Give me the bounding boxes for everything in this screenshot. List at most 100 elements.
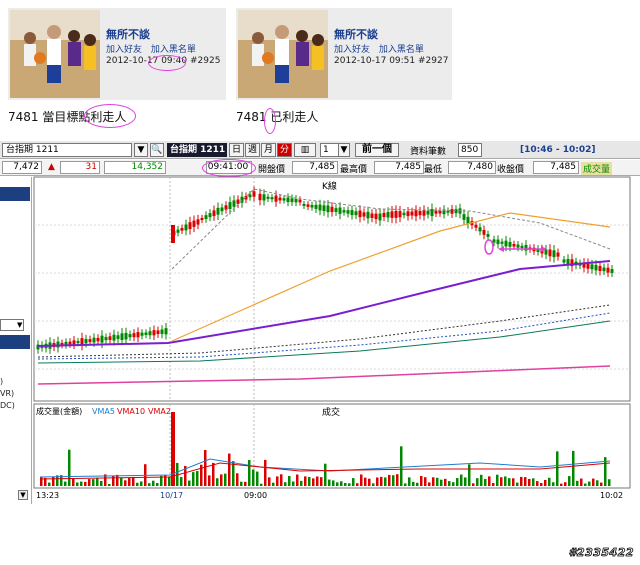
candle	[216, 207, 220, 215]
candle	[128, 334, 132, 338]
volume-bar	[96, 477, 99, 486]
volume-bar	[304, 476, 307, 486]
volume-bar	[412, 481, 415, 486]
volume-bar	[316, 476, 319, 486]
volume-bar	[272, 482, 275, 486]
volume-bar	[432, 477, 435, 486]
post-username[interactable]: 無所不談	[106, 26, 150, 42]
post-text-highlight: 已	[270, 110, 283, 124]
volume-bar	[68, 449, 71, 486]
candle	[594, 264, 598, 271]
volume-bar	[40, 476, 43, 486]
volume-bar	[376, 477, 379, 486]
candle	[298, 199, 302, 203]
avatar[interactable]	[10, 10, 100, 98]
chart-window: 台指期 1211 ▼ 🔍 台指期 1211 日 週 月 分 ▥ 1 ▼ 前一個 …	[0, 141, 640, 504]
candle	[290, 198, 294, 203]
volume-bar	[608, 479, 611, 486]
candle	[294, 198, 298, 203]
volume-bar	[508, 478, 511, 486]
candle	[450, 209, 454, 214]
candle	[362, 212, 366, 217]
candle	[236, 199, 240, 204]
candle	[394, 210, 398, 218]
candle	[306, 204, 310, 207]
volume-bar	[460, 474, 463, 486]
candle	[374, 213, 378, 220]
volume-bar	[312, 478, 315, 486]
volume-bar	[416, 482, 419, 486]
volume-bar	[488, 476, 491, 486]
add-blacklist-link[interactable]: 加入黑名單	[151, 45, 196, 55]
volume-bar	[116, 474, 119, 486]
volume-bar	[340, 481, 343, 486]
volume-bar	[516, 482, 519, 486]
post-id: #2925	[190, 56, 221, 66]
candle	[248, 194, 252, 198]
candle	[378, 213, 382, 221]
vol-legend-label: 成交量(金額)	[36, 406, 82, 416]
add-blacklist-link[interactable]: 加入黑名單	[379, 45, 424, 55]
post-text: 7481 當目標點	[8, 110, 91, 124]
volume-bar	[84, 481, 87, 486]
volume-bar	[600, 482, 603, 486]
volume-bar	[252, 469, 255, 486]
candle	[232, 200, 236, 207]
volume-bar	[404, 483, 407, 486]
candle	[84, 338, 88, 344]
add-friend-link[interactable]: 加入好友	[106, 45, 142, 55]
post-id: #2927	[418, 56, 449, 66]
volume-bar	[332, 480, 335, 486]
volume-bar	[492, 483, 495, 486]
volume-bar	[88, 479, 91, 486]
price-chart[interactable]: K線 成交 成交量(金額) VMA5 VMA10 VMA2 13:23 10/1…	[0, 141, 640, 504]
candle	[590, 264, 594, 270]
candle	[208, 213, 212, 218]
add-friend-link[interactable]: 加入好友	[334, 45, 370, 55]
post-date: 2012-10-17	[334, 56, 387, 66]
avatar[interactable]	[238, 10, 328, 98]
volume-bar	[108, 483, 111, 486]
candle	[548, 249, 552, 257]
candle	[76, 340, 80, 344]
volume-bar	[380, 476, 383, 486]
post-text: 7481	[236, 110, 271, 124]
watermark: #2335422	[568, 546, 634, 560]
volume-bar	[528, 478, 531, 486]
candle	[326, 205, 330, 213]
post-card-2: 無所不談 加入好友 加入黑名單 2012-10-17 09:51 #2927	[236, 8, 452, 100]
candle	[516, 244, 520, 248]
post-time: 09:51	[389, 56, 416, 66]
candle	[120, 333, 124, 340]
volume-bar	[284, 482, 287, 486]
post-username[interactable]: 無所不談	[334, 26, 378, 42]
volume-bar	[216, 478, 219, 486]
candle	[108, 336, 112, 340]
candle	[562, 259, 566, 263]
post-text: 利走人	[282, 110, 319, 124]
candle	[358, 210, 362, 218]
candle	[342, 210, 346, 213]
candle	[478, 227, 482, 232]
candle	[418, 210, 422, 216]
vol-legend-vma10: VMA10	[117, 407, 145, 416]
post-time: 09:40	[161, 56, 188, 66]
volume-bar	[228, 453, 231, 486]
candle	[462, 214, 466, 220]
candle	[492, 239, 496, 243]
x-tick-label: 10/17	[160, 491, 183, 500]
volume-bar	[588, 481, 591, 486]
volume-bar	[464, 477, 467, 486]
candle	[466, 216, 470, 224]
candle	[220, 207, 224, 212]
volume-bar	[560, 483, 563, 486]
volume-bar	[288, 476, 291, 486]
volume-bar	[504, 476, 507, 486]
volume-bar	[500, 477, 503, 486]
candle	[318, 204, 322, 211]
vol-legend-vma20: VMA2	[148, 407, 171, 416]
volume-bar	[336, 482, 339, 486]
candle	[500, 241, 504, 244]
volume-bar	[268, 477, 271, 486]
volume-bar	[496, 474, 499, 486]
